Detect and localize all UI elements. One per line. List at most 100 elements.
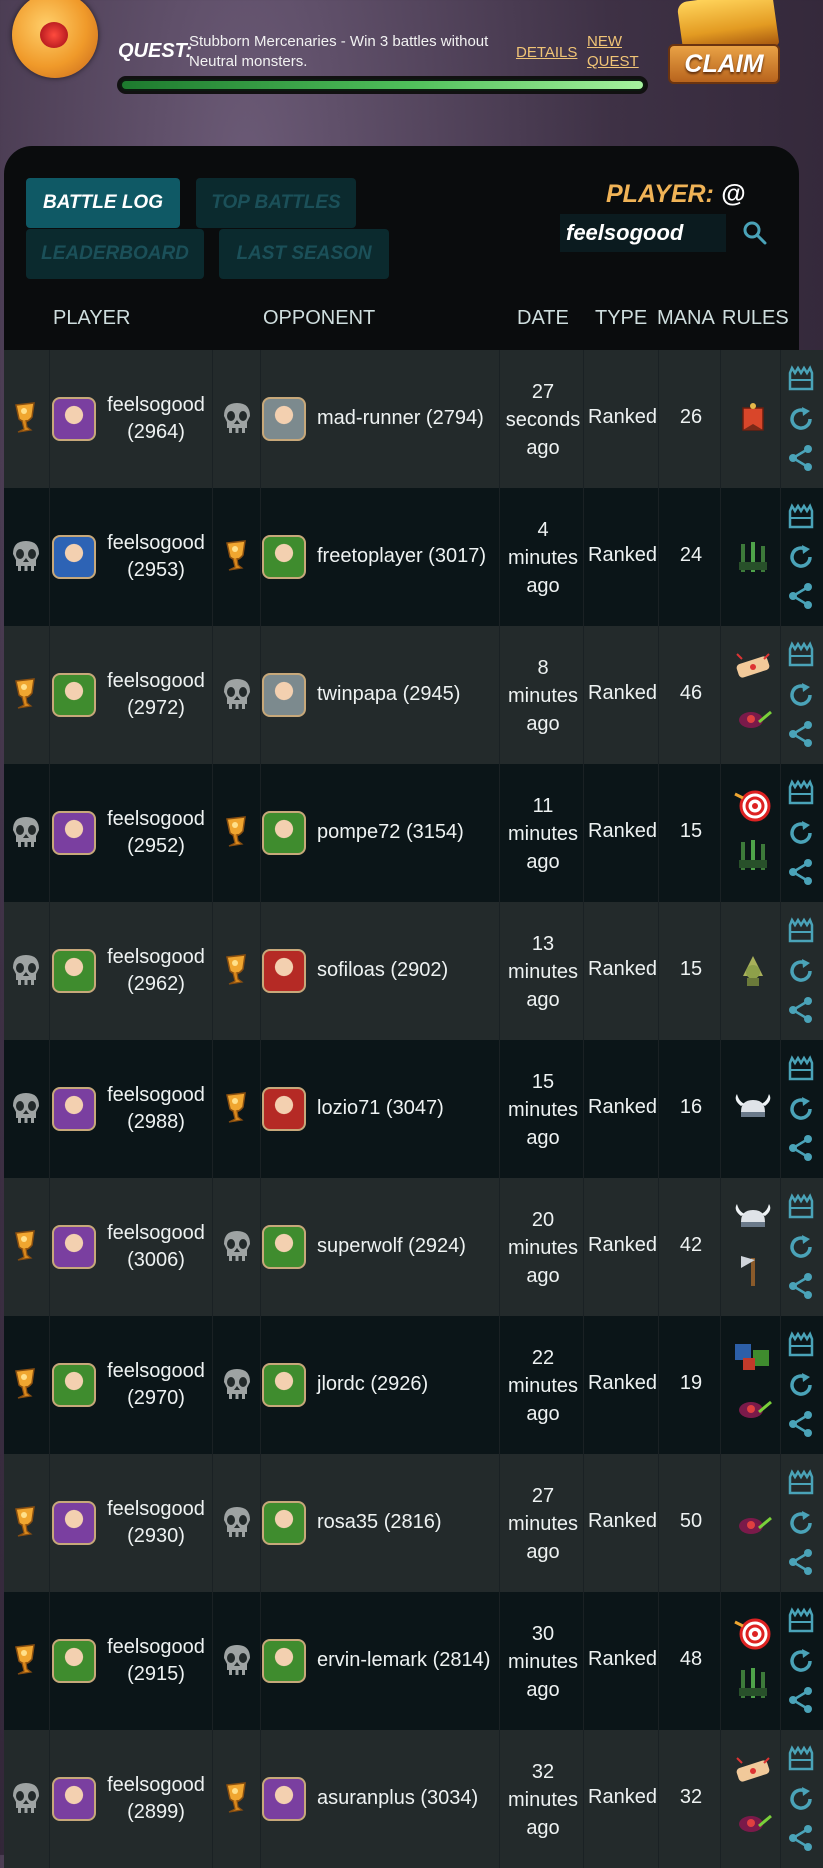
player-name[interactable]: feelsogood (2899): [92, 1772, 220, 1826]
sn-blocks-icon[interactable]: [733, 1340, 773, 1374]
arena-icon[interactable]: [787, 502, 815, 530]
tab-last-season[interactable]: LAST SEASON: [219, 229, 389, 279]
opponent-name[interactable]: pompe72 (3154): [317, 819, 464, 846]
bandage-icon[interactable]: [733, 1754, 773, 1788]
share-icon[interactable]: [787, 1548, 815, 1576]
table-row[interactable]: feelsogood (2988) lozio71 (3047) 15 minutes a…: [4, 1040, 823, 1178]
player-username[interactable]: feelsogood: [92, 944, 220, 971]
share-icon[interactable]: [787, 1824, 815, 1852]
opponent-name[interactable]: freetoplayer (3017): [317, 543, 486, 570]
snail-icon[interactable]: [733, 700, 773, 734]
opponent-avatar[interactable]: [262, 1777, 306, 1821]
player-avatar[interactable]: [52, 1225, 96, 1269]
tab-battle-log[interactable]: BATTLE LOG: [26, 178, 180, 228]
opponent-avatar[interactable]: [262, 1501, 306, 1545]
opponent-avatar[interactable]: [262, 1363, 306, 1407]
opponent-name[interactable]: ervin-lemark (2814): [317, 1647, 490, 1674]
snail-icon[interactable]: [733, 1390, 773, 1424]
replay-icon[interactable]: [787, 819, 815, 847]
replay-icon[interactable]: [787, 681, 815, 709]
player-name[interactable]: feelsogood (2962): [92, 944, 220, 998]
opponent-avatar[interactable]: [262, 673, 306, 717]
arena-icon[interactable]: [787, 1468, 815, 1496]
replay-icon[interactable]: [787, 1371, 815, 1399]
table-row[interactable]: feelsogood (3006) superwolf (2924) 20 minute…: [4, 1178, 823, 1316]
tab-leaderboard[interactable]: LEADERBOARD: [26, 229, 204, 279]
player-avatar[interactable]: [52, 1639, 96, 1683]
player-name[interactable]: feelsogood (2915): [92, 1634, 220, 1688]
replay-icon[interactable]: [787, 1647, 815, 1675]
player-name[interactable]: feelsogood (2964): [92, 392, 220, 446]
quest-details-link[interactable]: DETAILS: [516, 44, 577, 61]
opponent-name[interactable]: asuranplus (3034): [317, 1785, 478, 1812]
viking-helmet-icon[interactable]: [733, 1092, 773, 1126]
player-avatar[interactable]: [52, 397, 96, 441]
table-row[interactable]: feelsogood (2899) asuranplus (3034) 32 minut…: [4, 1730, 823, 1868]
player-avatar[interactable]: [52, 1363, 96, 1407]
spikes-icon[interactable]: [733, 1666, 773, 1700]
share-icon[interactable]: [787, 1272, 815, 1300]
opponent-name[interactable]: sofiloas (2902): [317, 957, 448, 984]
target-icon[interactable]: [733, 1616, 773, 1650]
share-icon[interactable]: [787, 858, 815, 886]
share-icon[interactable]: [787, 1410, 815, 1438]
opponent-avatar[interactable]: [262, 397, 306, 441]
player-username[interactable]: feelsogood: [92, 1496, 220, 1523]
table-row[interactable]: feelsogood (2972) twinpapa (2945) 8 minutes a…: [4, 626, 823, 764]
opponent-avatar[interactable]: [262, 811, 306, 855]
player-username[interactable]: feelsogood: [92, 668, 220, 695]
replay-icon[interactable]: [787, 1785, 815, 1813]
player-avatar[interactable]: [52, 811, 96, 855]
share-icon[interactable]: [787, 1134, 815, 1162]
player-name[interactable]: feelsogood (2972): [92, 668, 220, 722]
player-name[interactable]: feelsogood (2953): [92, 530, 220, 584]
table-row[interactable]: feelsogood (2962) sofiloas (2902) 13 minutes…: [4, 902, 823, 1040]
share-icon[interactable]: [787, 582, 815, 610]
player-name[interactable]: feelsogood (2930): [92, 1496, 220, 1550]
opponent-name[interactable]: superwolf (2924): [317, 1233, 466, 1260]
arena-icon[interactable]: [787, 1192, 815, 1220]
target-icon[interactable]: [733, 788, 773, 822]
table-row[interactable]: feelsogood (2930) rosa35 (2816) 27 minutes ag…: [4, 1454, 823, 1592]
axe-icon[interactable]: [733, 1252, 773, 1286]
player-avatar[interactable]: [52, 1777, 96, 1821]
spikes-icon[interactable]: [733, 540, 773, 574]
flag-icon[interactable]: [733, 402, 773, 436]
player-username[interactable]: feelsogood: [92, 1220, 220, 1247]
player-avatar[interactable]: [52, 1501, 96, 1545]
table-row[interactable]: feelsogood (2953) freetoplayer (3017) 4 minu…: [4, 488, 823, 626]
new-quest-link[interactable]: NEW QUEST: [587, 32, 639, 72]
tab-top-battles[interactable]: TOP BATTLES: [196, 178, 356, 228]
player-avatar[interactable]: [52, 949, 96, 993]
opponent-avatar[interactable]: [262, 1225, 306, 1269]
bandage-icon[interactable]: [733, 650, 773, 684]
player-name[interactable]: feelsogood (2970): [92, 1358, 220, 1412]
opponent-avatar[interactable]: [262, 1639, 306, 1683]
opponent-avatar[interactable]: [262, 1087, 306, 1131]
player-username[interactable]: feelsogood: [92, 1082, 220, 1109]
arena-icon[interactable]: [787, 1606, 815, 1634]
player-name[interactable]: feelsogood (2988): [92, 1082, 220, 1136]
replay-icon[interactable]: [787, 1509, 815, 1537]
player-username[interactable]: feelsogood: [92, 1634, 220, 1661]
snail-icon[interactable]: [733, 1506, 773, 1540]
table-row[interactable]: feelsogood (2964) mad-runner (2794) 27 secon…: [4, 350, 823, 488]
snail-icon[interactable]: [733, 1804, 773, 1838]
arena-icon[interactable]: [787, 1054, 815, 1082]
player-username[interactable]: feelsogood: [92, 392, 220, 419]
table-row[interactable]: feelsogood (2952) pompe72 (3154) 11 minutes a…: [4, 764, 823, 902]
opponent-avatar[interactable]: [262, 535, 306, 579]
share-icon[interactable]: [787, 996, 815, 1024]
arena-icon[interactable]: [787, 1330, 815, 1358]
arena-icon[interactable]: [787, 1744, 815, 1772]
opponent-name[interactable]: mad-runner (2794): [317, 405, 484, 432]
table-row[interactable]: feelsogood (2915) ervin-lemark (2814) 30 min…: [4, 1592, 823, 1730]
share-icon[interactable]: [787, 444, 815, 472]
search-icon[interactable]: [740, 218, 770, 248]
table-row[interactable]: feelsogood (2970) jlordc (2926) 22 minutes ag…: [4, 1316, 823, 1454]
opponent-avatar[interactable]: [262, 949, 306, 993]
replay-icon[interactable]: [787, 1095, 815, 1123]
player-search-input[interactable]: [560, 214, 726, 252]
player-name[interactable]: feelsogood (3006): [92, 1220, 220, 1274]
replay-icon[interactable]: [787, 957, 815, 985]
